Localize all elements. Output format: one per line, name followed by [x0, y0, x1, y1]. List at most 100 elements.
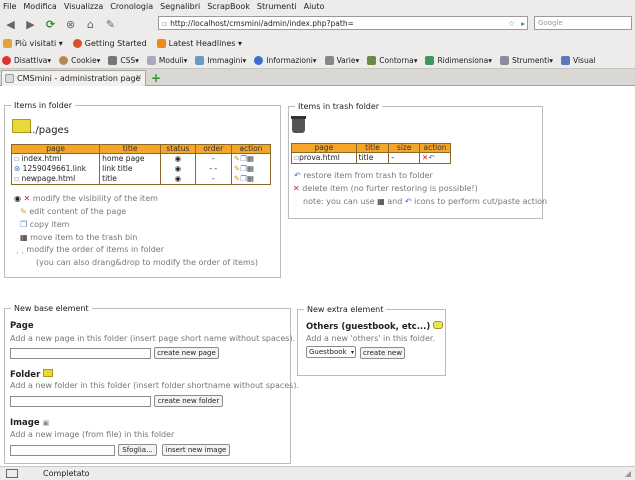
- row-page-link[interactable]: index.html: [21, 154, 61, 163]
- col-action: action: [419, 143, 451, 153]
- bookmark-most-visited[interactable]: Più visitati ▾: [3, 39, 63, 48]
- trash-icon[interactable]: ▦: [247, 174, 254, 183]
- col-page: page: [10, 144, 101, 154]
- misc-icon: [324, 55, 334, 65]
- menu-cronologia[interactable]: Cronologia: [110, 2, 153, 11]
- browse-button[interactable]: Sfoglia...: [118, 444, 157, 456]
- tool-informazioni[interactable]: Informazioni ▾: [254, 55, 317, 65]
- folder-section-desc: Add a new folder in this folder (insert …: [10, 381, 300, 390]
- eye-icon: ◉: [14, 194, 21, 203]
- folder-icon: [43, 369, 54, 377]
- restore-icon[interactable]: ↶: [428, 153, 434, 162]
- restore-icon: ↶: [294, 171, 304, 180]
- image-section-title: Image ▣: [10, 418, 50, 428]
- trash-legend-restore: ↶ restore item from trash to folder: [294, 171, 433, 180]
- go-icon[interactable]: ▸: [521, 19, 525, 28]
- copy-icon[interactable]: ❐: [240, 164, 247, 173]
- tool-strumenti[interactable]: Strumenti ▾: [499, 55, 553, 65]
- row-title: link title: [99, 164, 162, 174]
- new-tab-icon[interactable]: +: [151, 71, 161, 85]
- search-input[interactable]: Google: [534, 16, 632, 30]
- menu-segnalibri[interactable]: Segnalibri: [160, 2, 200, 11]
- stop-icon[interactable]: ⊗: [63, 17, 78, 32]
- forward-icon[interactable]: ▶: [23, 17, 38, 32]
- table-row: ▫ newpage.html title ◉ - ✎❐▦: [10, 174, 272, 185]
- col-title: title: [355, 143, 390, 153]
- home-icon[interactable]: ⌂: [83, 17, 98, 32]
- rss-icon: [156, 39, 166, 48]
- close-tab-icon[interactable]: ✕: [135, 73, 142, 82]
- trash-icon: ▦: [377, 197, 385, 206]
- visual-icon: [560, 55, 570, 65]
- visibility-eye-icon[interactable]: ◉: [175, 174, 182, 183]
- menu-file[interactable]: File: [3, 2, 16, 11]
- tab-cmsmini[interactable]: CMSmini - administration page ✕: [1, 70, 146, 86]
- new-page-input[interactable]: [10, 348, 151, 359]
- new-folder-input[interactable]: [10, 396, 151, 407]
- folder-items-table: page title status order action ▫ index.h…: [10, 144, 272, 185]
- items-in-folder-legend: Items in folder: [14, 101, 72, 110]
- tool-visual[interactable]: Visual: [560, 55, 595, 65]
- legend-order: ˯ ˰ modify the order of items in folder: [16, 245, 165, 254]
- image-file-input[interactable]: [10, 445, 115, 456]
- row-order[interactable]: - -: [194, 164, 232, 174]
- back-icon[interactable]: ◀: [3, 17, 18, 32]
- row-page-link[interactable]: 1259049661.link: [23, 164, 86, 173]
- copy-icon[interactable]: ❐: [240, 174, 247, 183]
- forms-icon: [146, 55, 156, 65]
- bookmark-star-icon[interactable]: ✎: [103, 17, 118, 32]
- col-order: order: [194, 144, 232, 154]
- tool-moduli[interactable]: Moduli ▾: [146, 55, 187, 65]
- menu-scrapbook[interactable]: ScrapBook: [207, 2, 250, 11]
- create-new-folder-button[interactable]: create new folder: [154, 395, 223, 407]
- trash-icon: ▦: [20, 233, 31, 242]
- url-bar[interactable]: ▫ http://localhost/cmsmini/admin/index.p…: [158, 16, 528, 30]
- col-status: status: [160, 144, 196, 154]
- reload-icon[interactable]: ⟳: [43, 17, 58, 32]
- row-page-link[interactable]: newpage.html: [21, 174, 75, 183]
- trash-icon[interactable]: ▦: [247, 164, 254, 173]
- others-type-select[interactable]: Guestbook ▾: [306, 346, 356, 358]
- bookmark-getting-started[interactable]: Getting Started: [72, 39, 147, 48]
- status-bar: Completato ◢: [0, 466, 635, 480]
- page-icon: [5, 74, 14, 83]
- info-icon: [254, 55, 264, 65]
- row-order[interactable]: -: [194, 153, 232, 164]
- trash-legend-delete: ✕ delete item (no furter restoring is po…: [293, 184, 478, 193]
- menu-visualizza[interactable]: Visualizza: [64, 2, 103, 11]
- outline-icon: [367, 55, 377, 65]
- tool-css[interactable]: CSS ▾: [108, 55, 139, 65]
- menu-strumenti[interactable]: Strumenti: [257, 2, 297, 11]
- legend-dragdrop: (you can also drang&drop to modify the o…: [36, 258, 259, 267]
- legend-edit: ✎ edit content of the page: [20, 207, 127, 216]
- trash-bin-icon: [292, 118, 305, 133]
- resize-grip-icon[interactable]: ◢: [625, 469, 631, 478]
- visibility-eye-icon[interactable]: ◉: [175, 154, 182, 163]
- tool-ridimensiona[interactable]: Ridimensiona ▾: [425, 55, 492, 65]
- trash-icon[interactable]: ▦: [247, 154, 254, 163]
- tool-cookie[interactable]: Cookie ▾: [59, 55, 100, 65]
- current-path: ../pages: [29, 125, 69, 136]
- tool-varie[interactable]: Varie ▾: [324, 55, 359, 65]
- visibility-eye-icon[interactable]: ◉: [175, 164, 182, 173]
- tool-contorna[interactable]: Contorna ▾: [367, 55, 417, 65]
- menu-aiuto[interactable]: Aiuto: [304, 2, 325, 11]
- create-new-page-button[interactable]: create new page: [154, 347, 219, 359]
- webdev-toolbar: Disattiva ▾ Cookie ▾ CSS ▾ Moduli ▾ Immagini…: [0, 52, 635, 69]
- resize-icon: [425, 55, 435, 65]
- menu-bar: File Modifica Visualizza Cronologia Segn…: [0, 0, 635, 13]
- insert-new-image-button[interactable]: insert new image: [162, 444, 230, 456]
- page-section-title: Page: [10, 321, 34, 331]
- col-size: size: [388, 143, 421, 153]
- create-new-extra-button[interactable]: create new: [360, 347, 405, 359]
- folder-icon: [3, 39, 12, 48]
- star-icon[interactable]: ☆: [508, 19, 515, 28]
- search-placeholder: Google: [538, 19, 563, 27]
- menu-modifica[interactable]: Modifica: [23, 2, 56, 11]
- hidden-x-icon: ✕: [20, 194, 33, 203]
- copy-icon[interactable]: ❐: [240, 154, 247, 163]
- tool-disattiva[interactable]: Disattiva ▾: [2, 55, 51, 65]
- tool-immagini[interactable]: Immagini ▾: [195, 55, 246, 65]
- row-order[interactable]: -: [194, 174, 232, 185]
- bookmark-latest-headlines[interactable]: Latest Headlines ▾: [156, 39, 242, 48]
